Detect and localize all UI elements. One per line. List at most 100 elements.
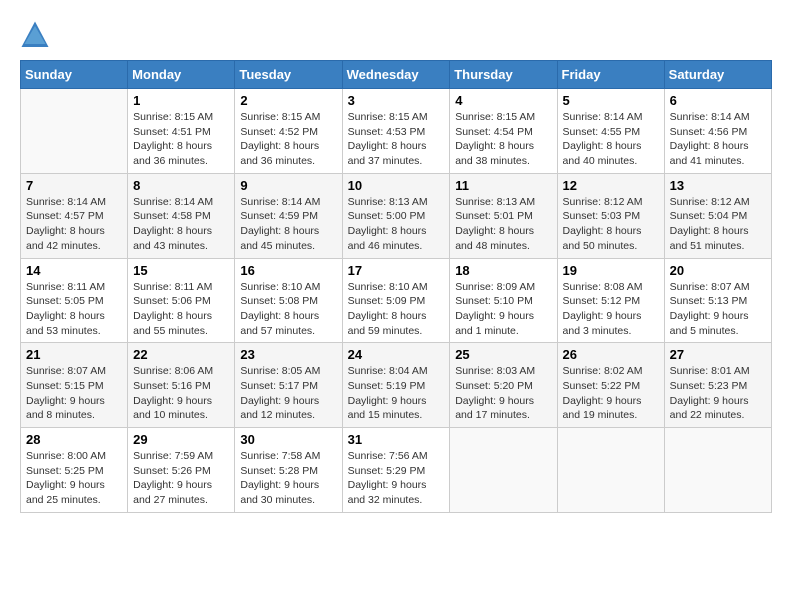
day-number: 3 [348,93,445,108]
day-number: 24 [348,347,445,362]
day-number: 18 [455,263,551,278]
weekday-header-row: SundayMondayTuesdayWednesdayThursdayFrid… [21,61,772,89]
calendar-cell: 17 Sunrise: 8:10 AMSunset: 5:09 PMDayligh… [342,258,450,343]
day-info: Sunrise: 8:02 AMSunset: 5:22 PMDaylight:… [563,364,659,423]
weekday-header-monday: Monday [128,61,235,89]
day-info: Sunrise: 8:15 AMSunset: 4:53 PMDaylight:… [348,110,445,169]
day-number: 1 [133,93,229,108]
calendar-cell: 15Sunrise: 8:11 AMSunset: 5:06 PMDayligh… [128,258,235,343]
weekday-header-sunday: Sunday [21,61,128,89]
day-number: 8 [133,178,229,193]
day-info: Sunrise: 8:04 AMSunset: 5:19 PMDaylight:… [348,364,445,423]
day-info: Sunrise: 8:07 AMSunset: 5:13 PMDaylight:… [670,280,766,339]
day-number: 21 [26,347,122,362]
calendar-cell: 26 Sunrise: 8:02 AMSunset: 5:22 PMDayligh… [557,343,664,428]
day-info: Sunrise: 8:11 AMSunset: 5:06 PMDaylight:… [133,280,229,339]
day-info: Sunrise: 8:15 AMSunset: 4:54 PMDaylight:… [455,110,551,169]
day-number: 5 [563,93,659,108]
day-info: Sunrise: 8:14 AMSunset: 4:55 PMDaylight:… [563,110,659,169]
weekday-header-saturday: Saturday [664,61,771,89]
day-info: Sunrise: 8:13 AMSunset: 5:01 PMDaylight:… [455,195,551,254]
calendar-cell: 7Sunrise: 8:14 AMSunset: 4:57 PMDaylight… [21,173,128,258]
day-number: 29 [133,432,229,447]
calendar-cell: 11 Sunrise: 8:13 AMSunset: 5:01 PMDayligh… [450,173,557,258]
calendar-cell: 30Sunrise: 7:58 AMSunset: 5:28 PMDayligh… [235,428,342,513]
logo [20,20,52,50]
day-info: Sunrise: 8:15 AMSunset: 4:52 PMDaylight:… [240,110,336,169]
day-info: Sunrise: 8:13 AMSunset: 5:00 PMDaylight:… [348,195,445,254]
day-info: Sunrise: 8:07 AMSunset: 5:15 PMDaylight:… [26,364,122,423]
calendar-cell: 23Sunrise: 8:05 AMSunset: 5:17 PMDayligh… [235,343,342,428]
calendar-cell [21,89,128,174]
calendar-cell: 28 Sunrise: 8:00 AMSunset: 5:25 PMDayligh… [21,428,128,513]
day-info: Sunrise: 8:10 AMSunset: 5:08 PMDaylight:… [240,280,336,339]
calendar-cell: 25 Sunrise: 8:03 AMSunset: 5:20 PMDayligh… [450,343,557,428]
calendar-cell: 29 Sunrise: 7:59 AMSunset: 5:26 PMDayligh… [128,428,235,513]
calendar-cell [450,428,557,513]
day-info: Sunrise: 8:08 AMSunset: 5:12 PMDaylight:… [563,280,659,339]
day-info: Sunrise: 8:12 AMSunset: 5:03 PMDaylight:… [563,195,659,254]
day-number: 20 [670,263,766,278]
weekday-header-tuesday: Tuesday [235,61,342,89]
day-info: Sunrise: 7:56 AMSunset: 5:29 PMDaylight:… [348,449,445,508]
weekday-header-friday: Friday [557,61,664,89]
week-row-4: 21 Sunrise: 8:07 AMSunset: 5:15 PMDayligh… [21,343,772,428]
day-number: 26 [563,347,659,362]
day-info: Sunrise: 8:14 AMSunset: 4:59 PMDaylight:… [240,195,336,254]
day-number: 2 [240,93,336,108]
day-info: Sunrise: 8:15 AMSunset: 4:51 PMDaylight:… [133,110,229,169]
day-number: 16 [240,263,336,278]
calendar-cell: 27 Sunrise: 8:01 AMSunset: 5:23 PMDayligh… [664,343,771,428]
day-number: 11 [455,178,551,193]
day-info: Sunrise: 8:05 AMSunset: 5:17 PMDaylight:… [240,364,336,423]
calendar-cell: 1 Sunrise: 8:15 AMSunset: 4:51 PMDaylight… [128,89,235,174]
day-number: 27 [670,347,766,362]
day-number: 28 [26,432,122,447]
calendar-cell: 31 Sunrise: 7:56 AMSunset: 5:29 PMDayligh… [342,428,450,513]
calendar-cell: 20 Sunrise: 8:07 AMSunset: 5:13 PMDayligh… [664,258,771,343]
day-info: Sunrise: 8:09 AMSunset: 5:10 PMDaylight:… [455,280,551,339]
calendar-table: SundayMondayTuesdayWednesdayThursdayFrid… [20,60,772,513]
week-row-1: 1 Sunrise: 8:15 AMSunset: 4:51 PMDaylight… [21,89,772,174]
day-number: 17 [348,263,445,278]
calendar-cell: 22 Sunrise: 8:06 AMSunset: 5:16 PMDayligh… [128,343,235,428]
calendar-cell [557,428,664,513]
calendar-cell: 21 Sunrise: 8:07 AMSunset: 5:15 PMDayligh… [21,343,128,428]
day-info: Sunrise: 8:01 AMSunset: 5:23 PMDaylight:… [670,364,766,423]
week-row-3: 14 Sunrise: 8:11 AMSunset: 5:05 PMDayligh… [21,258,772,343]
weekday-header-wednesday: Wednesday [342,61,450,89]
calendar-cell: 13Sunrise: 8:12 AMSunset: 5:04 PMDayligh… [664,173,771,258]
day-number: 4 [455,93,551,108]
logo-icon [20,20,50,50]
day-number: 13 [670,178,766,193]
day-number: 30 [240,432,336,447]
day-number: 9 [240,178,336,193]
calendar-cell: 14 Sunrise: 8:11 AMSunset: 5:05 PMDayligh… [21,258,128,343]
day-info: Sunrise: 8:14 AMSunset: 4:57 PMDaylight:… [26,195,122,254]
calendar-cell: 8 Sunrise: 8:14 AMSunset: 4:58 PMDaylight… [128,173,235,258]
day-info: Sunrise: 8:03 AMSunset: 5:20 PMDaylight:… [455,364,551,423]
calendar-cell: 10 Sunrise: 8:13 AMSunset: 5:00 PMDayligh… [342,173,450,258]
day-number: 14 [26,263,122,278]
day-number: 19 [563,263,659,278]
day-number: 25 [455,347,551,362]
day-info: Sunrise: 8:10 AMSunset: 5:09 PMDaylight:… [348,280,445,339]
day-number: 10 [348,178,445,193]
page-header [20,20,772,50]
day-info: Sunrise: 8:11 AMSunset: 5:05 PMDaylight:… [26,280,122,339]
day-info: Sunrise: 7:59 AMSunset: 5:26 PMDaylight:… [133,449,229,508]
calendar-cell [664,428,771,513]
day-info: Sunrise: 8:00 AMSunset: 5:25 PMDaylight:… [26,449,122,508]
week-row-2: 7Sunrise: 8:14 AMSunset: 4:57 PMDaylight… [21,173,772,258]
day-number: 22 [133,347,229,362]
calendar-cell: 4 Sunrise: 8:15 AMSunset: 4:54 PMDaylight… [450,89,557,174]
calendar-cell: 24 Sunrise: 8:04 AMSunset: 5:19 PMDayligh… [342,343,450,428]
calendar-cell: 16 Sunrise: 8:10 AMSunset: 5:08 PMDayligh… [235,258,342,343]
day-info: Sunrise: 8:14 AMSunset: 4:58 PMDaylight:… [133,195,229,254]
calendar-cell: 18 Sunrise: 8:09 AMSunset: 5:10 PMDayligh… [450,258,557,343]
calendar-cell: 5 Sunrise: 8:14 AMSunset: 4:55 PMDaylight… [557,89,664,174]
day-number: 31 [348,432,445,447]
day-info: Sunrise: 8:06 AMSunset: 5:16 PMDaylight:… [133,364,229,423]
calendar-cell: 9 Sunrise: 8:14 AMSunset: 4:59 PMDaylight… [235,173,342,258]
day-number: 12 [563,178,659,193]
